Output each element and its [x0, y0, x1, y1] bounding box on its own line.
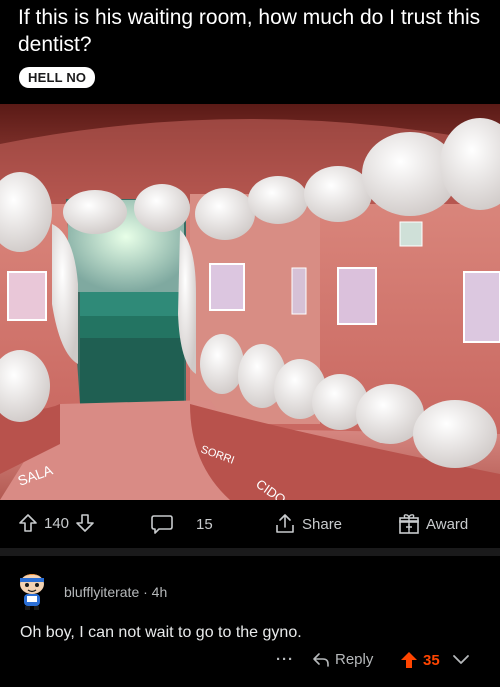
upvote-arrow-icon[interactable] — [400, 651, 418, 669]
collapse-chevron-icon[interactable] — [451, 651, 471, 669]
upvote-arrow-icon[interactable] — [18, 513, 38, 533]
snoo-avatar-icon — [20, 574, 44, 610]
downvote-arrow-icon[interactable] — [75, 513, 95, 533]
share-icon — [276, 514, 294, 533]
comment-action-bar: ··· Reply 35 — [0, 648, 500, 678]
comment-bubble-icon — [151, 515, 173, 534]
comment-age: · 4h — [143, 584, 168, 600]
vote-group: 140 — [18, 513, 95, 533]
comment: blufflyiterate · 4h Oh boy, I can not wa… — [0, 560, 500, 687]
comment-vote-group: 35 — [400, 651, 471, 669]
reply-arrow-icon — [313, 652, 329, 667]
post-vote-count: 140 — [44, 514, 70, 532]
comment-vote-count: 35 — [423, 651, 440, 669]
post-title: If this is his waiting room, how much do… — [18, 6, 481, 56]
award-label: Award — [426, 515, 469, 533]
share-button[interactable]: Share — [274, 513, 342, 535]
comment-count: 15 — [196, 515, 213, 533]
share-label: Share — [302, 515, 343, 533]
reply-label: Reply — [335, 651, 374, 668]
gift-award-icon — [399, 514, 419, 534]
avatar[interactable] — [14, 568, 50, 610]
comment-body: Oh boy, I can not wait to go to the gyno… — [20, 624, 302, 641]
award-button[interactable]: Award — [398, 513, 468, 535]
mouth-room-illustration: SALA SORRI CIDO — [0, 104, 500, 500]
comments-button[interactable]: 15 — [150, 513, 213, 535]
comment-username[interactable]: blufflyiterate — [64, 584, 139, 600]
post-action-bar: 140 15 Share Award — [0, 500, 500, 548]
more-options-button[interactable]: ··· — [276, 651, 294, 668]
post-image[interactable]: SALA SORRI CIDO — [0, 104, 500, 500]
comment-meta: blufflyiterate · 4h — [64, 584, 167, 600]
post-flair[interactable]: HELL NO — [19, 67, 96, 88]
section-divider — [0, 548, 500, 556]
reply-button[interactable]: Reply — [312, 651, 373, 668]
